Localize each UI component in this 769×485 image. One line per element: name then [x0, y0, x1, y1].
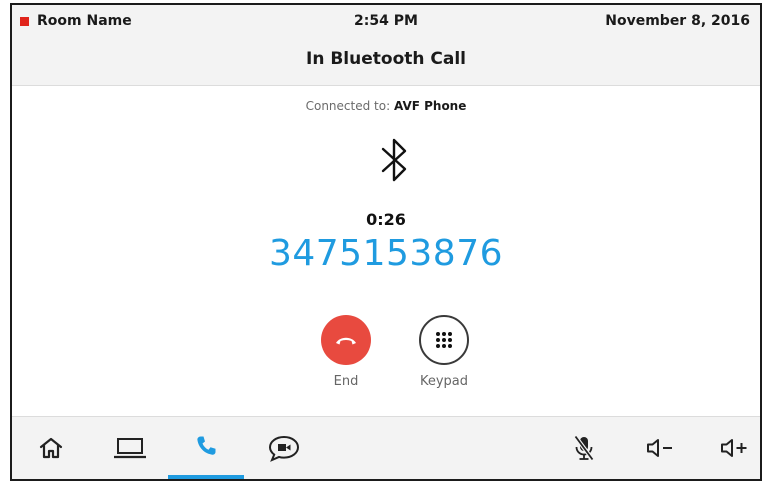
keypad-circle[interactable] [419, 315, 469, 365]
bottom-nav [12, 416, 760, 479]
volume-up-button[interactable] [712, 417, 756, 479]
page-title: In Bluetooth Call [306, 49, 466, 69]
nav-phone[interactable] [168, 417, 244, 479]
volume-up-icon [721, 439, 747, 457]
home-icon [39, 437, 63, 459]
mic-muted-icon [573, 435, 595, 461]
phone-icon [197, 436, 216, 455]
phone-number: 3475153876 [268, 233, 504, 274]
keypad-label: Keypad [419, 374, 469, 389]
bluetooth-icon [381, 138, 407, 182]
header: Room Name 2:54 PM November 8, 2016 In Bl… [12, 5, 760, 86]
keypad-button[interactable]: Keypad [404, 315, 484, 389]
touch-panel-screen: Room Name 2:54 PM November 8, 2016 In Bl… [10, 3, 762, 481]
call-duration: 0:26 [366, 210, 406, 229]
volume-down-button[interactable] [638, 417, 682, 479]
end-call-circle[interactable] [321, 315, 371, 365]
connected-to: Connected to: AVF Phone [12, 99, 760, 113]
status-bar: Room Name 2:54 PM November 8, 2016 [12, 13, 760, 33]
nav-video-conference[interactable] [256, 417, 312, 479]
keypad-icon [436, 332, 452, 348]
connected-to-label: Connected to: [305, 99, 391, 113]
mic-mute-button[interactable] [562, 417, 606, 479]
nav-home[interactable] [26, 417, 76, 479]
nav-presentation[interactable] [102, 417, 158, 479]
hang-up-icon [336, 337, 356, 345]
end-call-label: End [333, 374, 359, 389]
call-panel: Connected to: AVF Phone 0:26 3475153876 … [12, 85, 760, 421]
laptop-icon [114, 438, 146, 459]
date: November 8, 2016 [605, 13, 750, 29]
volume-down-icon [647, 439, 672, 457]
device-name: AVF Phone [393, 99, 467, 113]
video-chat-icon [268, 435, 300, 462]
end-call-button[interactable]: End [306, 315, 386, 389]
